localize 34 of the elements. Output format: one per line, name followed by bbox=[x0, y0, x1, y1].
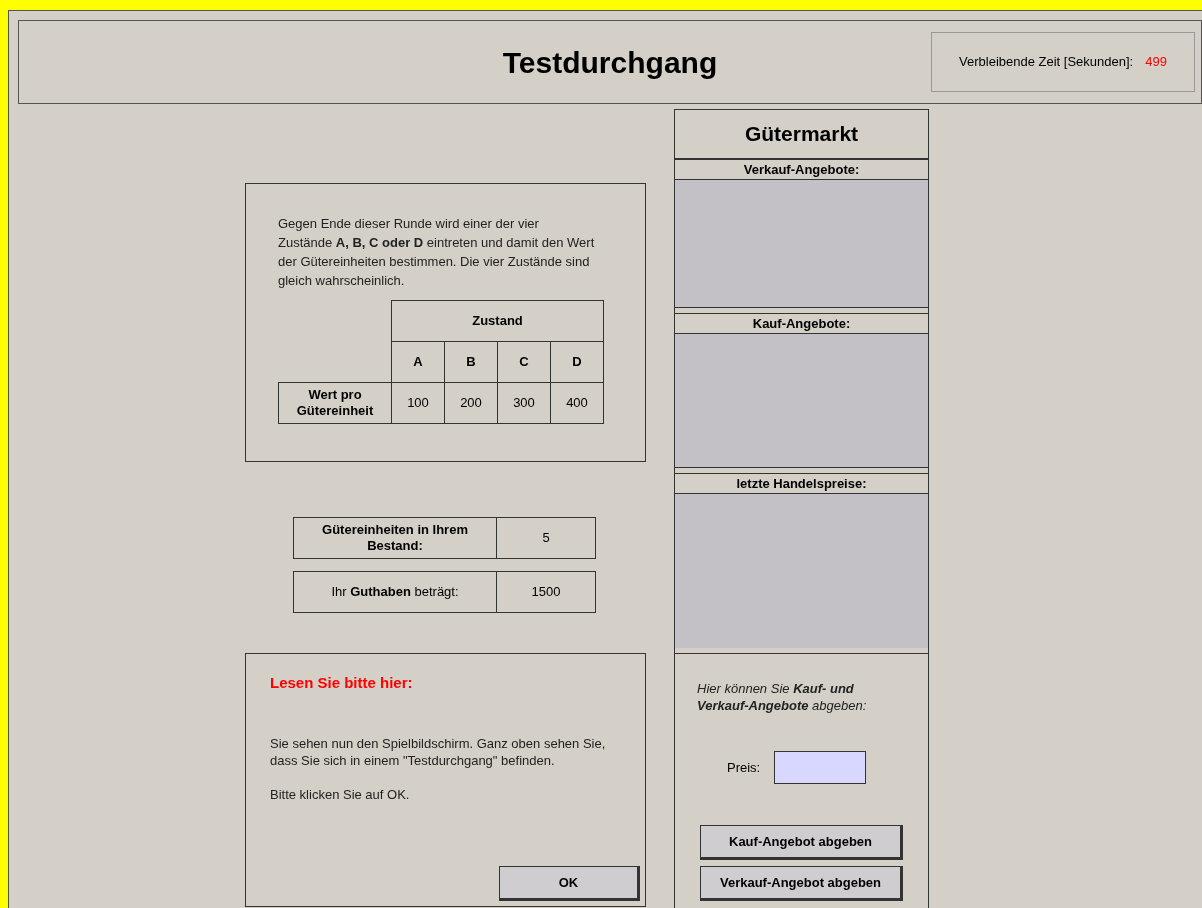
market-title: Gütermarkt bbox=[675, 110, 928, 159]
column-header: D bbox=[550, 341, 604, 383]
ok-button[interactable]: OK bbox=[499, 866, 640, 901]
price-field[interactable] bbox=[774, 751, 867, 784]
timer-value: 499 bbox=[1145, 53, 1167, 72]
list-header: Kauf-Angebote: bbox=[675, 313, 928, 334]
list-header: Verkauf-Angebote: bbox=[675, 159, 928, 180]
submit-offer-button[interactable]: Kauf-Angebot abgeben bbox=[700, 825, 903, 860]
offer-list[interactable] bbox=[675, 180, 928, 307]
offer-list[interactable] bbox=[675, 334, 928, 467]
offer-list[interactable] bbox=[675, 494, 928, 648]
table-cell: 100 bbox=[391, 382, 445, 424]
holding-label: Ihr Guthaben beträgt: bbox=[331, 584, 459, 600]
column-header: B bbox=[444, 341, 498, 383]
timer-label: Verbleibende Zeit [Sekunden]: bbox=[959, 53, 1134, 72]
table-cell: 400 bbox=[550, 382, 604, 424]
list-header: letzte Handelspreise: bbox=[675, 473, 928, 494]
page-title: Testdurchgang bbox=[502, 44, 718, 81]
submit-offer-button[interactable]: Verkauf-Angebot abgeben bbox=[700, 866, 903, 901]
column-header: C bbox=[497, 341, 551, 383]
holding-value: 1500 bbox=[530, 583, 562, 602]
message-text: Bitte klicken Sie auf OK. bbox=[270, 785, 411, 803]
info-text: Gegen Ende dieser Runde wird einer der vier Zustände A, B, C oder D eintreten und damit den Wert der Gütereinheiten bestimmen. Die vier Zustände sind gleich wahrscheinlich. bbox=[278, 215, 596, 290]
message-text: Sie sehen nun den Spielbildschirm. Ganz oben sehen Sie, dass Sie sich in einem "Testdurchgang" befinden. bbox=[270, 734, 607, 769]
table-cell: 300 bbox=[497, 382, 551, 424]
offer-instructions: Hier können Sie Kauf- und Verkauf-Angebote abgeben: bbox=[697, 680, 868, 714]
holding-label: Gütereinheiten in Ihrem Bestand: bbox=[321, 522, 469, 554]
column-header: A bbox=[391, 341, 445, 383]
price-label: Preis: bbox=[727, 758, 761, 777]
row-header: Wert pro Gütereinheit bbox=[278, 382, 392, 424]
table-cell: 200 bbox=[444, 382, 498, 424]
table-header: Zustand bbox=[391, 300, 604, 342]
message-heading: Lesen Sie bitte hier: bbox=[270, 673, 414, 693]
holding-value: 5 bbox=[541, 529, 551, 548]
